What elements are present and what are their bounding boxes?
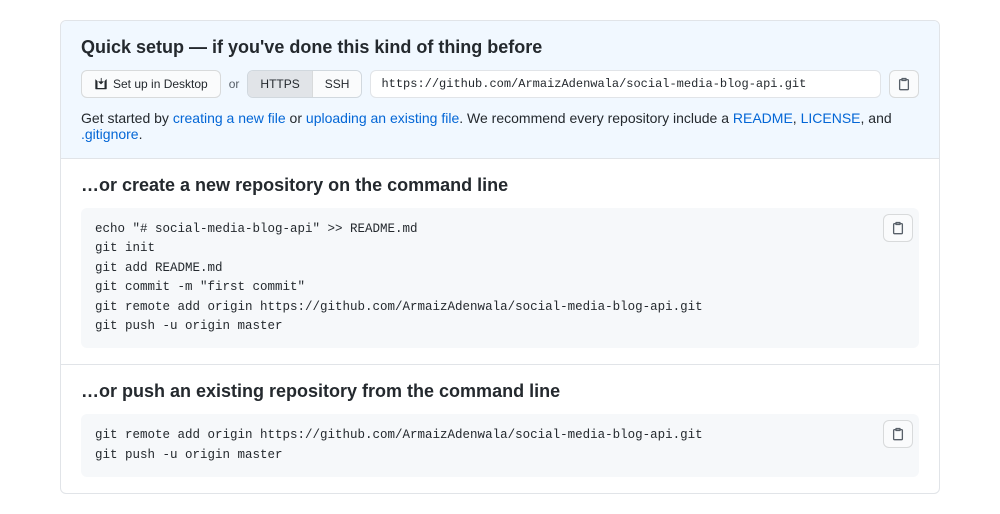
create-code-block[interactable]: echo "# social-media-blog-api" >> README… (81, 208, 919, 348)
clipboard-icon (897, 77, 911, 91)
setup-desktop-label: Set up in Desktop (113, 77, 208, 91)
hint-text: . (139, 126, 143, 142)
ssh-tab[interactable]: SSH (312, 71, 362, 97)
quick-setup-section: Quick setup — if you've done this kind o… (61, 21, 939, 159)
create-code-wrap: echo "# social-media-blog-api" >> README… (81, 208, 919, 348)
hint-text: or (286, 110, 306, 126)
push-code-wrap: git remote add origin https://github.com… (81, 414, 919, 477)
readme-link[interactable]: README (733, 110, 793, 126)
quick-setup-row: Set up in Desktop or HTTPS SSH (81, 70, 919, 98)
create-repo-title: …or create a new repository on the comma… (81, 175, 919, 196)
copy-url-button[interactable] (889, 70, 919, 98)
hint-text: . We recommend every repository include … (459, 110, 733, 126)
https-tab[interactable]: HTTPS (248, 71, 311, 97)
protocol-switch: HTTPS SSH (247, 70, 362, 98)
quick-setup-hint: Get started by creating a new file or up… (81, 110, 919, 142)
desktop-download-icon (94, 77, 108, 91)
or-label: or (229, 77, 240, 91)
hint-text: , (793, 110, 801, 126)
push-repo-section: …or push an existing repository from the… (61, 365, 939, 493)
create-file-link[interactable]: creating a new file (173, 110, 286, 126)
create-repo-section: …or create a new repository on the comma… (61, 159, 939, 365)
push-code-block[interactable]: git remote add origin https://github.com… (81, 414, 919, 477)
license-link[interactable]: LICENSE (801, 110, 861, 126)
repo-setup-panel: Quick setup — if you've done this kind o… (60, 20, 940, 494)
gitignore-link[interactable]: .gitignore (81, 126, 139, 142)
clipboard-icon (891, 427, 905, 441)
setup-desktop-button[interactable]: Set up in Desktop (81, 70, 221, 98)
clipboard-icon (891, 221, 905, 235)
hint-text: Get started by (81, 110, 173, 126)
push-repo-title: …or push an existing repository from the… (81, 381, 919, 402)
upload-file-link[interactable]: uploading an existing file (306, 110, 459, 126)
clone-url-input[interactable] (370, 70, 881, 98)
copy-push-code-button[interactable] (883, 420, 913, 448)
quick-setup-title: Quick setup — if you've done this kind o… (81, 37, 919, 58)
copy-create-code-button[interactable] (883, 214, 913, 242)
hint-text: , and (861, 110, 892, 126)
